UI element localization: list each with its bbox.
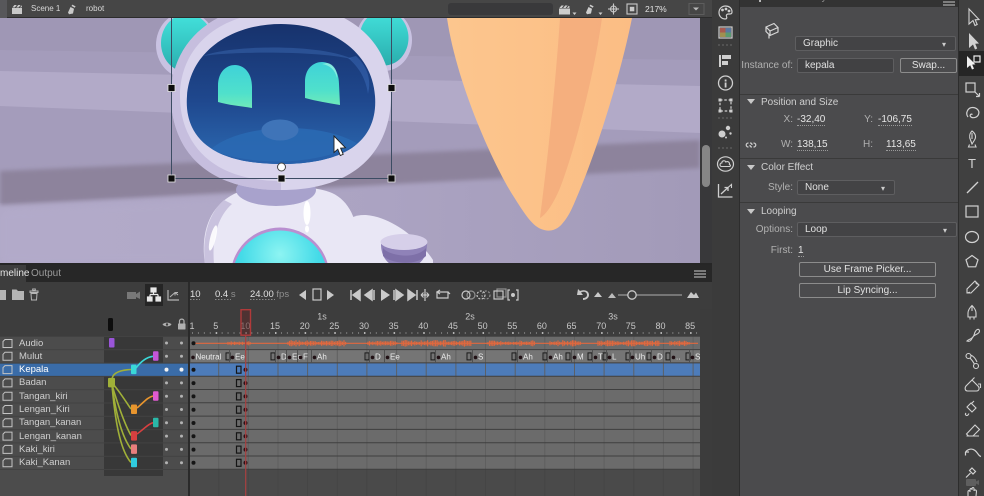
svg-text:S: S	[478, 353, 483, 362]
svg-text:2s: 2s	[465, 312, 475, 322]
svg-text:35: 35	[389, 321, 399, 331]
svg-text:30: 30	[359, 321, 369, 331]
svg-text:Ah: Ah	[441, 353, 451, 362]
svg-text:50: 50	[478, 321, 488, 331]
svg-text:D: D	[375, 353, 381, 362]
svg-text:5: 5	[213, 321, 218, 331]
svg-text:M: M	[577, 353, 584, 362]
svg-text:85: 85	[685, 321, 695, 331]
svg-text:20: 20	[300, 321, 310, 331]
svg-text:10: 10	[190, 289, 201, 300]
svg-text:0.4 s: 0.4 s	[215, 289, 236, 300]
svg-text:15: 15	[270, 321, 280, 331]
svg-text:Neutral: Neutral	[196, 353, 222, 362]
svg-text:1: 1	[190, 321, 195, 331]
svg-text:217%: 217%	[645, 4, 667, 14]
svg-text:Ah: Ah	[523, 353, 533, 362]
svg-text:24.00 fps: 24.00 fps	[250, 289, 289, 300]
svg-text:L: L	[612, 353, 617, 362]
svg-text:1s: 1s	[317, 312, 327, 322]
svg-text:75: 75	[626, 321, 636, 331]
svg-text:T: T	[598, 353, 603, 362]
svg-text:40: 40	[418, 321, 428, 331]
svg-text:D: D	[657, 353, 663, 362]
svg-text:60: 60	[537, 321, 547, 331]
svg-text:F: F	[303, 353, 308, 362]
svg-text:..: ..	[676, 353, 680, 362]
svg-text:3s: 3s	[608, 312, 618, 322]
svg-text:S: S	[695, 353, 700, 362]
svg-text:Ah: Ah	[553, 353, 563, 362]
svg-text:Ah: Ah	[317, 353, 327, 362]
svg-text:70: 70	[596, 321, 606, 331]
svg-text:55: 55	[507, 321, 517, 331]
svg-text:T: T	[968, 156, 976, 171]
svg-text:Uh: Uh	[635, 353, 645, 362]
svg-text:45: 45	[448, 321, 458, 331]
svg-text:80: 80	[655, 321, 665, 331]
svg-text:Ee: Ee	[390, 353, 400, 362]
svg-text:25: 25	[329, 321, 339, 331]
svg-text:Ee: Ee	[235, 353, 245, 362]
svg-text:65: 65	[566, 321, 576, 331]
